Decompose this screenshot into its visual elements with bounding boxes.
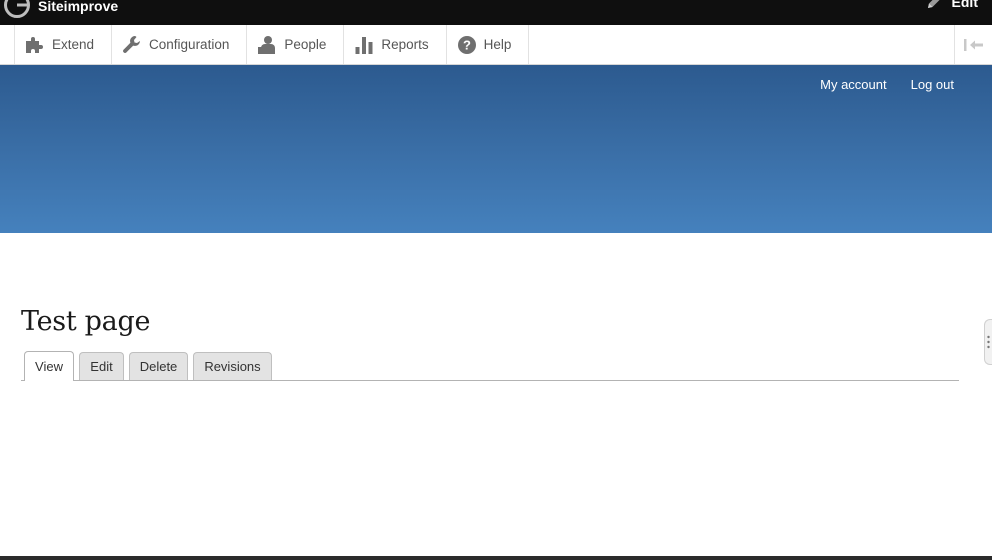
svg-text:?: ? — [463, 37, 471, 52]
tab-edit[interactable]: Edit — [79, 352, 124, 380]
siteimprove-logo-icon — [4, 0, 30, 18]
tab-delete[interactable]: Delete — [129, 352, 188, 380]
menu-item-configuration[interactable]: Configuration — [112, 25, 248, 64]
edit-toggle-button[interactable]: Edit — [926, 0, 978, 10]
bottom-edge — [0, 556, 992, 560]
local-tasks-tabs: View Edit Delete Revisions — [21, 350, 959, 381]
bar-chart-icon — [353, 35, 375, 55]
sidebar-drag-handle[interactable] — [984, 319, 992, 365]
top-toolbar: Siteimprove Edit — [0, 0, 992, 25]
pencil-icon — [927, 0, 940, 8]
menu-item-people[interactable]: People — [247, 25, 345, 64]
edit-label: Edit — [951, 0, 978, 10]
menu-item-extend[interactable]: Extend — [15, 25, 113, 64]
tab-revisions[interactable]: Revisions — [193, 352, 272, 380]
menu-item-help[interactable]: ? Help — [447, 25, 530, 64]
log-out-link[interactable]: Log out — [911, 77, 954, 92]
menu-item-label: Extend — [52, 37, 95, 52]
brand-name: Siteimprove — [38, 0, 119, 14]
question-icon: ? — [456, 35, 478, 55]
collapse-tray-icon — [963, 38, 983, 51]
my-account-link[interactable]: My account — [820, 77, 886, 92]
tray-orientation-toggle[interactable] — [954, 25, 992, 64]
menu-item-reports[interactable]: Reports — [344, 25, 447, 64]
menu-item-label: Help — [483, 37, 512, 52]
menu-item-label: People — [284, 37, 327, 52]
account-menu: My account Log out — [820, 77, 954, 92]
admin-menu-tray: Extend Configuration People Reports ? He… — [0, 25, 992, 65]
wrench-icon — [121, 35, 143, 55]
menu-item-label: Reports — [381, 37, 429, 52]
brand-link[interactable]: Siteimprove — [4, 0, 118, 18]
tab-view[interactable]: View — [24, 351, 74, 381]
drag-dots-icon — [987, 335, 990, 349]
page-title: Test page — [21, 306, 151, 337]
people-icon — [256, 35, 278, 55]
menu-item-label: Configuration — [149, 37, 230, 52]
site-header: My account Log out — [0, 65, 992, 233]
puzzle-icon — [24, 35, 46, 55]
